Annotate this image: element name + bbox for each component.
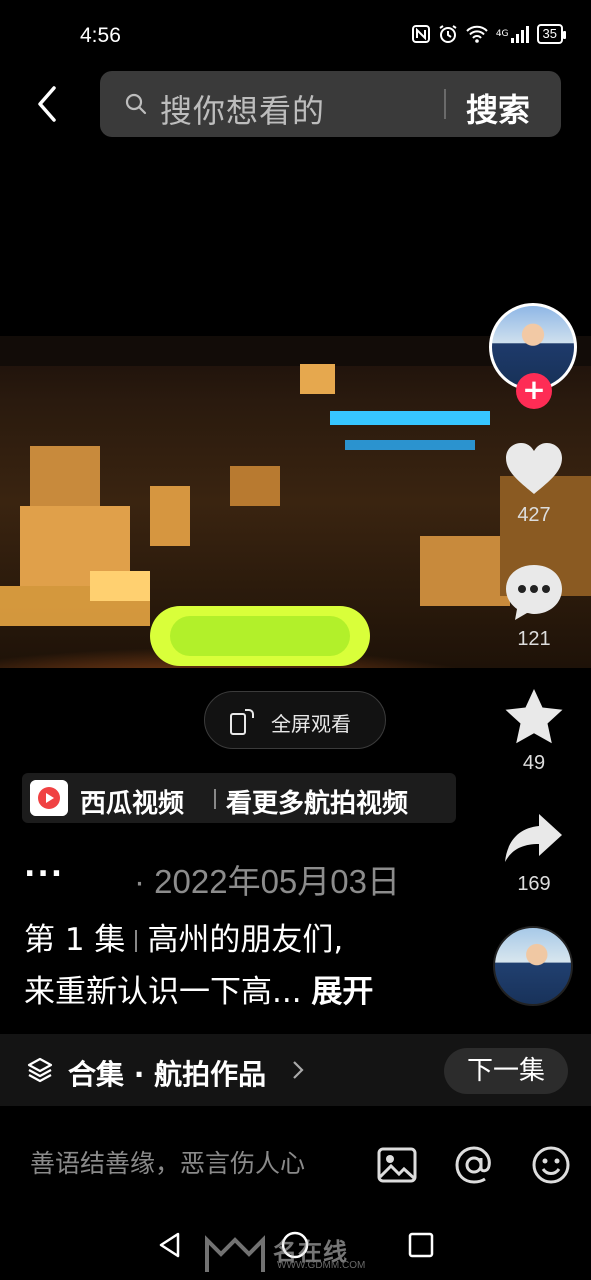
emoji-icon[interactable] bbox=[530, 1144, 572, 1186]
collection-label: 合集 · 航拍作品 bbox=[68, 1058, 267, 1091]
chevron-right-icon bbox=[293, 1061, 304, 1079]
follow-button[interactable]: + bbox=[516, 373, 552, 409]
layers-icon bbox=[27, 1057, 53, 1083]
at-icon[interactable] bbox=[453, 1144, 495, 1186]
promo-brand: 西瓜视频 bbox=[80, 789, 185, 819]
like-count: 427 bbox=[517, 504, 551, 526]
image-icon[interactable] bbox=[376, 1144, 418, 1186]
battery-icon: 35 bbox=[536, 24, 567, 44]
share-count: 169 bbox=[517, 873, 551, 895]
status-bar: 4:56 4G 35 bbox=[0, 0, 591, 70]
music-avatar[interactable] bbox=[493, 926, 573, 1006]
comment-icon[interactable] bbox=[503, 562, 565, 624]
comment-count: 121 bbox=[517, 628, 551, 650]
comment-input[interactable]: 善语结善缘，恶言伤人心 bbox=[30, 1144, 305, 1180]
heart-icon[interactable] bbox=[503, 438, 565, 500]
share-icon[interactable] bbox=[503, 808, 565, 870]
nav-back-icon[interactable] bbox=[155, 1230, 185, 1260]
search-icon bbox=[125, 93, 147, 115]
author-name[interactable]: ... bbox=[24, 849, 64, 884]
search-box[interactable]: 搜你想看的 搜索 bbox=[100, 71, 561, 137]
next-episode-button[interactable]: 下一集 bbox=[444, 1048, 568, 1094]
network-label: 4G bbox=[495, 29, 509, 39]
star-icon[interactable] bbox=[503, 686, 565, 748]
collection-bar[interactable]: 合集 · 航拍作品 下一集 bbox=[0, 1034, 591, 1106]
wifi-icon bbox=[466, 25, 488, 43]
fullscreen-icon bbox=[230, 709, 254, 735]
search-divider bbox=[444, 89, 446, 119]
promo-banner[interactable]: 西瓜视频 看更多航拍视频 bbox=[22, 773, 456, 823]
promo-text: 看更多航拍视频 bbox=[226, 789, 409, 819]
status-time: 4:56 bbox=[80, 24, 121, 47]
nfc-icon bbox=[411, 25, 430, 43]
watermark-url: WWW.GDMM.COM bbox=[277, 1260, 366, 1271]
episode-label: 第 1 集 bbox=[24, 922, 126, 958]
fullscreen-button[interactable]: 全屏观看 bbox=[204, 691, 386, 749]
alarm-icon bbox=[439, 25, 457, 43]
comment-bar: 善语结善缘，恶言伤人心 bbox=[0, 1106, 591, 1216]
back-icon[interactable] bbox=[28, 84, 68, 124]
fullscreen-label: 全屏观看 bbox=[271, 712, 351, 736]
watermark-logo-icon bbox=[205, 1235, 265, 1272]
favorite-count: 49 bbox=[522, 752, 546, 774]
post-description[interactable]: 第 1 集高州的朋友们, 来重新认识一下高... 展开 bbox=[24, 914, 474, 1018]
signal-icon bbox=[510, 25, 529, 43]
description-line1: 高州的朋友们, bbox=[147, 922, 344, 958]
search-input[interactable]: 搜你想看的 bbox=[160, 86, 325, 132]
search-button[interactable]: 搜索 bbox=[466, 85, 530, 131]
post-meta: ... · 2022年05月03日 bbox=[24, 849, 464, 900]
nav-recent-icon[interactable] bbox=[406, 1230, 436, 1260]
post-date: · 2022年05月03日 bbox=[134, 863, 400, 900]
promo-divider bbox=[214, 789, 216, 809]
expand-button[interactable]: 展开 bbox=[311, 974, 373, 1010]
top-bar: 搜你想看的 搜索 bbox=[0, 70, 591, 140]
description-line2: 来重新认识一下高... bbox=[24, 974, 302, 1010]
xigua-logo-icon bbox=[30, 780, 68, 816]
episode-divider bbox=[135, 930, 138, 952]
watermark: 名在线 WWW.GDMM.COM bbox=[205, 1232, 395, 1276]
status-icons: 4G 35 bbox=[411, 24, 567, 44]
